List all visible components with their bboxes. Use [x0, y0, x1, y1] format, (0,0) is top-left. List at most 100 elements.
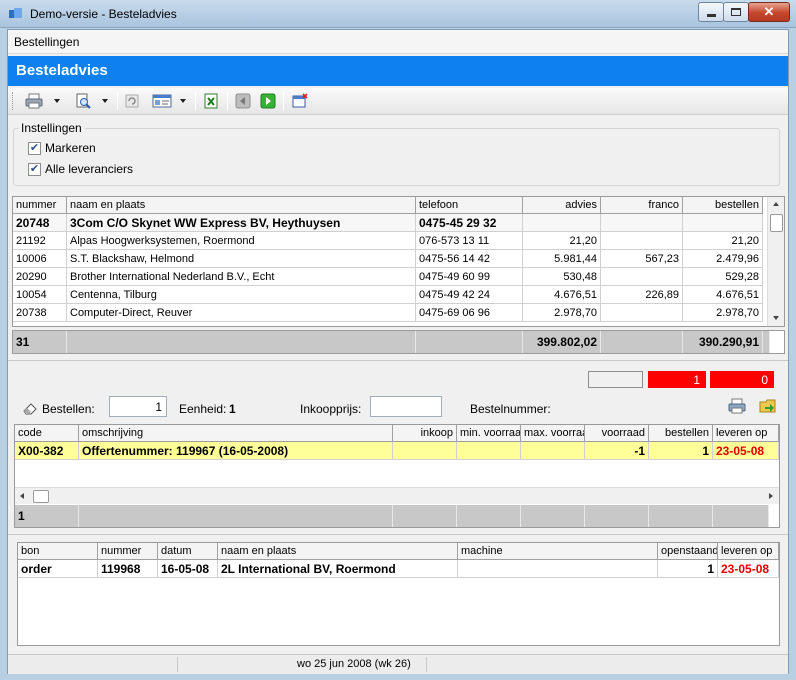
article-voorraad[interactable]: -1	[585, 442, 649, 460]
minimize-button[interactable]	[698, 2, 724, 22]
column-header-leveren-op[interactable]: leveren op	[718, 543, 779, 560]
alle-leveranciers-checkbox[interactable]: ✔	[28, 163, 41, 176]
supplier-telefoon[interactable]: 0475-69 06 96	[416, 304, 523, 322]
close-button[interactable]: ✕	[748, 2, 790, 22]
column-header-omschrijving[interactable]: omschrijving	[79, 425, 393, 442]
supplier-naam[interactable]: Computer-Direct, Reuver	[67, 304, 416, 322]
supplier-bestellen[interactable]: 21,20	[683, 232, 763, 250]
scroll-left-icon[interactable]	[20, 493, 24, 499]
supplier-naam[interactable]: Brother International Nederland B.V., Ec…	[67, 268, 416, 286]
supplier-bestellen[interactable]: 2.479,96	[683, 250, 763, 268]
order-naam[interactable]: 2L International BV, Roermond	[218, 560, 458, 578]
scroll-up-icon[interactable]	[773, 202, 779, 206]
column-header-franco[interactable]: franco	[601, 197, 683, 214]
column-header-voorraad[interactable]: voorraad	[585, 425, 649, 442]
column-header-machine[interactable]: machine	[458, 543, 658, 560]
order-bon[interactable]: order	[18, 560, 98, 578]
supplier-advies[interactable]: 4.676,51	[523, 286, 601, 304]
order-nummer[interactable]: 119968	[98, 560, 158, 578]
column-header-bon[interactable]: bon	[18, 543, 98, 560]
splitter[interactable]	[8, 534, 788, 535]
supplier-telefoon[interactable]: 0475-49 60 99	[416, 268, 523, 286]
supplier-advies[interactable]: 5.981,44	[523, 250, 601, 268]
supplier-nummer[interactable]: 20738	[13, 304, 67, 322]
refresh-button[interactable]	[123, 92, 141, 110]
supplier-nummer[interactable]: 10006	[13, 250, 67, 268]
supplier-franco[interactable]: 226,89	[601, 286, 683, 304]
eraser-icon[interactable]	[22, 402, 38, 415]
supplier-advies[interactable]	[523, 214, 601, 232]
article-code[interactable]: X00-382	[15, 442, 79, 460]
supplier-nummer[interactable]: 10054	[13, 286, 67, 304]
excel-export-button[interactable]	[202, 92, 220, 110]
supplier-telefoon[interactable]: 0475-49 42 24	[416, 286, 523, 304]
supplier-naam[interactable]: 3Com C/O Skynet WW Express BV, Heythuyse…	[67, 214, 416, 232]
supplier-advies[interactable]: 2.978,70	[523, 304, 601, 322]
forward-button[interactable]	[259, 92, 277, 110]
order-openstaand[interactable]: 1	[658, 560, 718, 578]
menu-item-bestellingen[interactable]: Bestellingen	[14, 35, 79, 49]
bestellen-input[interactable]: 1	[109, 396, 167, 417]
supplier-franco[interactable]	[601, 214, 683, 232]
supplier-naam[interactable]: Alpas Hoogwerksystemen, Roermond	[67, 232, 416, 250]
preview-dropdown-arrow[interactable]	[102, 99, 108, 103]
column-header-bestellen[interactable]: bestellen	[649, 425, 713, 442]
column-header-datum[interactable]: datum	[158, 543, 218, 560]
column-header-nummer[interactable]: nummer	[13, 197, 67, 214]
column-header-leveren-op[interactable]: leveren op	[713, 425, 779, 442]
supplier-bestellen[interactable]: 529,28	[683, 268, 763, 286]
new-window-button[interactable]	[291, 92, 309, 110]
scroll-right-icon[interactable]	[769, 493, 773, 499]
supplier-nummer[interactable]: 20290	[13, 268, 67, 286]
suppliers-vertical-scrollbar[interactable]	[767, 197, 784, 326]
supplier-franco[interactable]: 567,23	[601, 250, 683, 268]
order-machine[interactable]	[458, 560, 658, 578]
supplier-telefoon[interactable]: 076-573 13 11	[416, 232, 523, 250]
column-header-openstaand[interactable]: openstaand	[658, 543, 718, 560]
back-button[interactable]	[234, 92, 252, 110]
supplier-telefoon[interactable]: 0475-45 29 32	[416, 214, 523, 232]
import-order-button[interactable]	[759, 397, 777, 414]
supplier-bestellen[interactable]	[683, 214, 763, 232]
supplier-franco[interactable]	[601, 304, 683, 322]
article-leveren-op[interactable]: 23-05-08	[713, 442, 779, 460]
column-header-naam[interactable]: naam en plaats	[67, 197, 416, 214]
article-min-voorraad[interactable]	[457, 442, 521, 460]
supplier-naam[interactable]: S.T. Blackshaw, Helmond	[67, 250, 416, 268]
supplier-advies[interactable]: 530,48	[523, 268, 601, 286]
supplier-nummer[interactable]: 21192	[13, 232, 67, 250]
supplier-bestellen[interactable]: 4.676,51	[683, 286, 763, 304]
preview-button[interactable]	[74, 92, 92, 110]
supplier-franco[interactable]	[601, 232, 683, 250]
card-button[interactable]	[151, 92, 173, 110]
supplier-advies[interactable]: 21,20	[523, 232, 601, 250]
column-header-nummer[interactable]: nummer	[98, 543, 158, 560]
print-order-button[interactable]	[728, 398, 746, 414]
scroll-down-icon[interactable]	[773, 316, 779, 320]
column-header-max-voorraad[interactable]: max. voorraad	[521, 425, 585, 442]
order-datum[interactable]: 16-05-08	[158, 560, 218, 578]
maximize-button[interactable]	[723, 2, 749, 22]
column-header-bestellen[interactable]: bestellen	[683, 197, 763, 214]
supplier-nummer[interactable]: 20748	[13, 214, 67, 232]
article-omschrijving[interactable]: Offertenummer: 119967 (16-05-2008)	[79, 442, 393, 460]
supplier-bestellen[interactable]: 2.978,70	[683, 304, 763, 322]
print-dropdown-arrow[interactable]	[54, 99, 60, 103]
articles-horizontal-scrollbar[interactable]	[15, 487, 779, 504]
scroll-thumb[interactable]	[33, 490, 49, 503]
supplier-naam[interactable]: Centenna, Tilburg	[67, 286, 416, 304]
card-dropdown-arrow[interactable]	[180, 99, 186, 103]
inkoopprijs-input[interactable]	[370, 396, 442, 417]
markeren-checkbox[interactable]: ✔	[28, 142, 41, 155]
column-header-naam[interactable]: naam en plaats	[218, 543, 458, 560]
column-header-code[interactable]: code	[15, 425, 79, 442]
article-max-voorraad[interactable]	[521, 442, 585, 460]
order-leveren-op[interactable]: 23-05-08	[718, 560, 779, 578]
splitter[interactable]	[8, 360, 788, 361]
column-header-inkoop[interactable]: inkoop	[393, 425, 457, 442]
column-header-telefoon[interactable]: telefoon	[416, 197, 523, 214]
column-header-min-voorraad[interactable]: min. voorraad	[457, 425, 521, 442]
supplier-franco[interactable]	[601, 268, 683, 286]
scroll-thumb[interactable]	[770, 214, 783, 232]
supplier-telefoon[interactable]: 0475-56 14 42	[416, 250, 523, 268]
